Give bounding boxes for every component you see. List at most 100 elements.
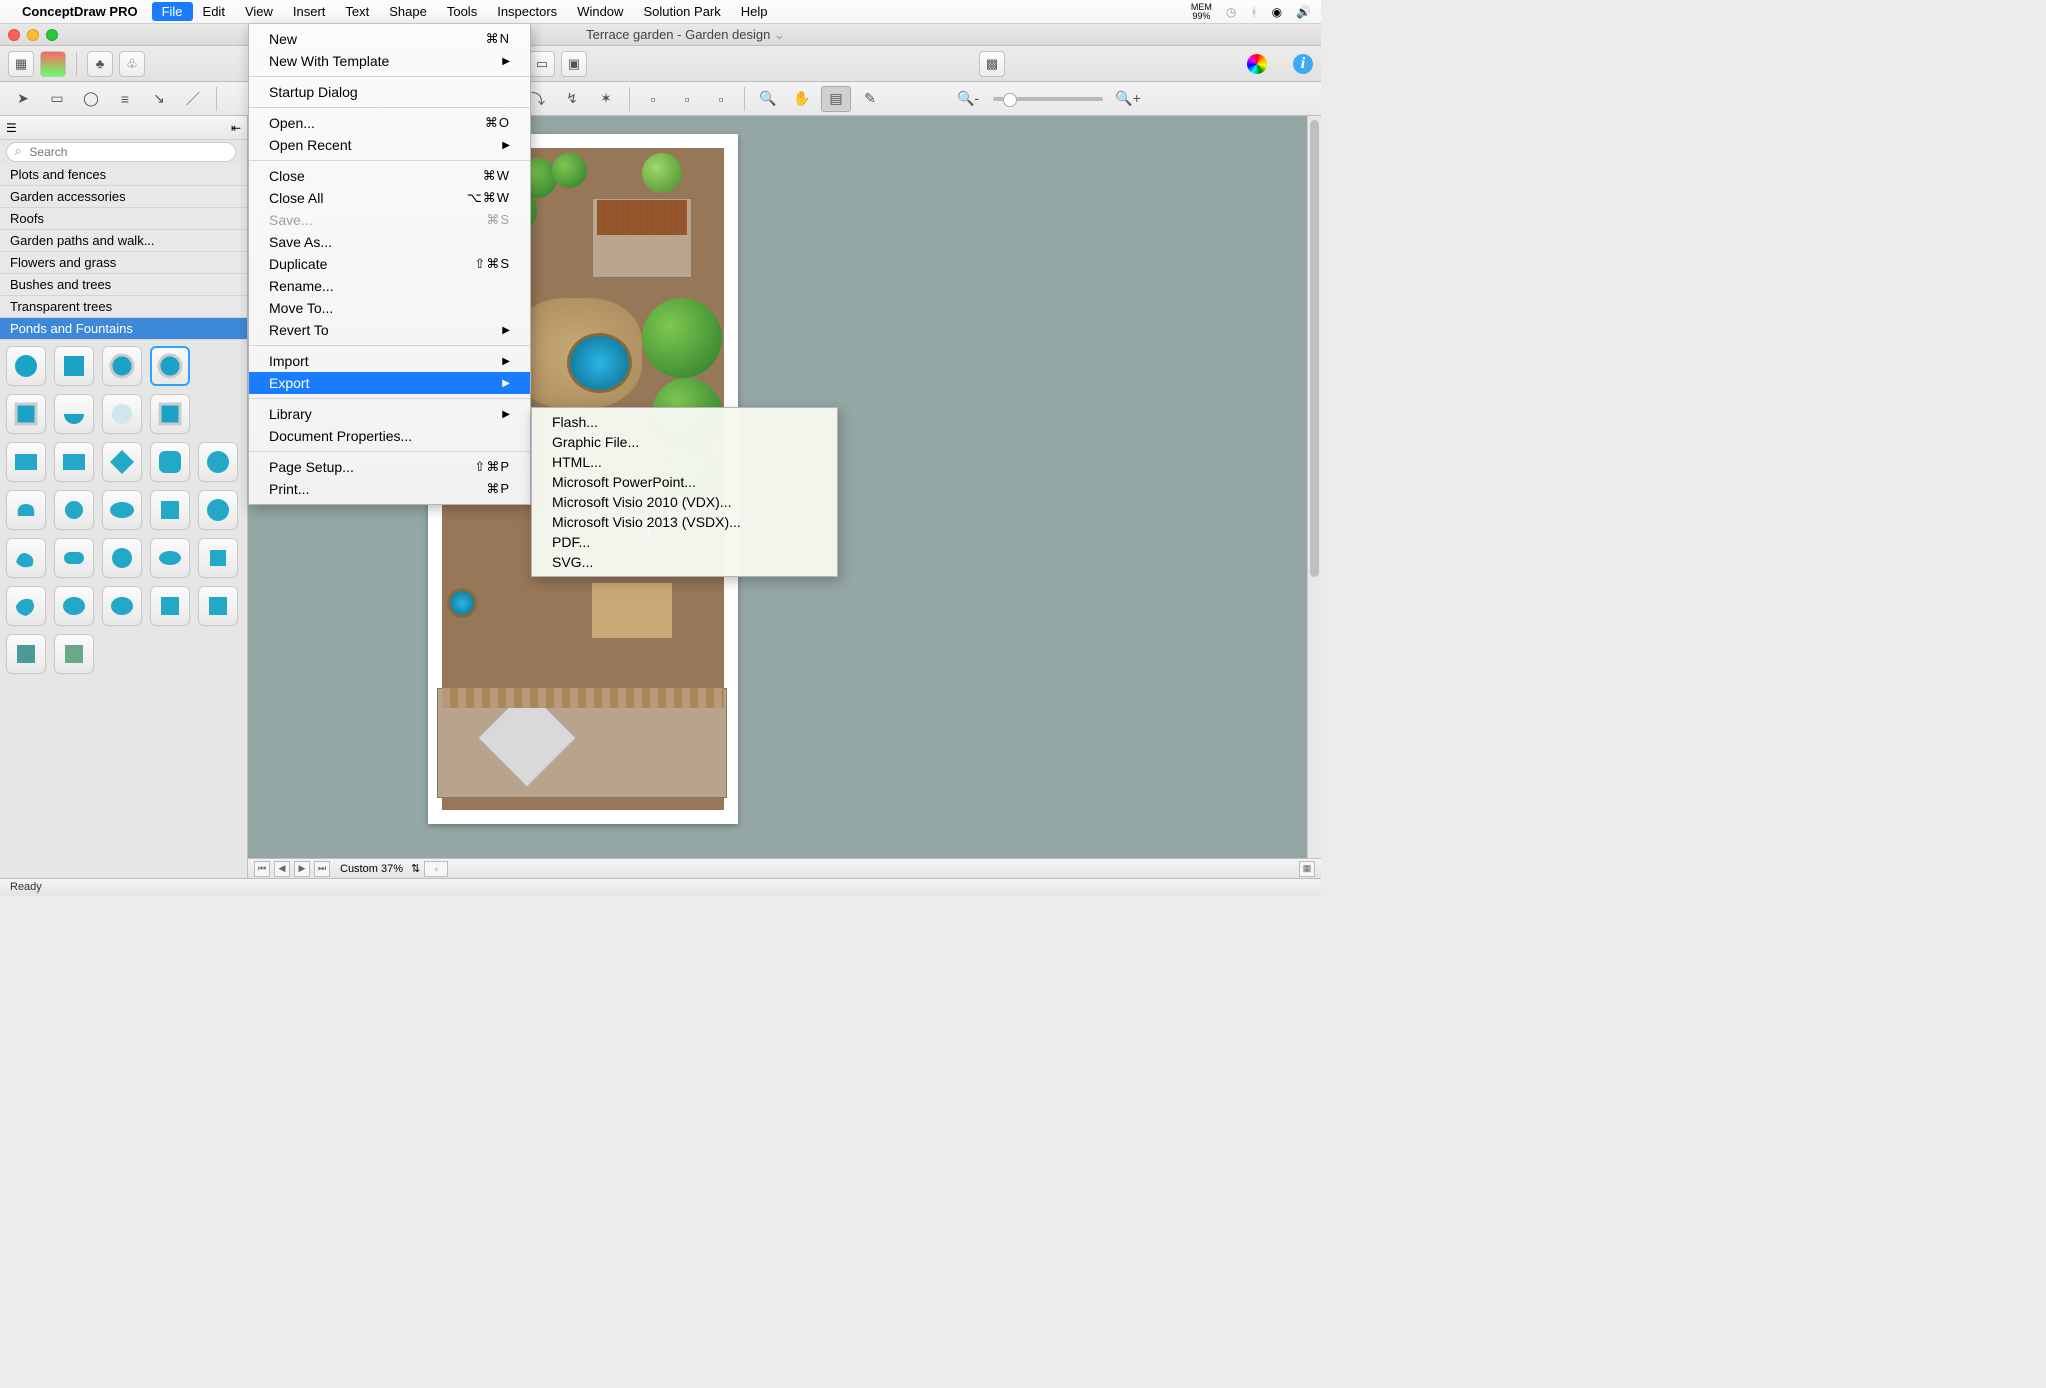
library-flowers[interactable]: Flowers and grass <box>0 252 247 274</box>
arrange-back-icon[interactable]: ▭ <box>529 51 555 77</box>
grid-tool-icon[interactable]: ▦ <box>8 51 34 77</box>
menu-item-close[interactable]: Close⌘W <box>249 165 530 187</box>
outline-icon[interactable]: ☰ <box>6 121 17 135</box>
pond-shape[interactable] <box>54 586 94 626</box>
page-grid-button[interactable]: ▦ <box>1299 861 1315 877</box>
menu-item-open-recent[interactable]: Open Recent▶ <box>249 134 530 156</box>
pond-shape[interactable] <box>150 490 190 530</box>
tree-tool-icon[interactable]: ♣ <box>87 51 113 77</box>
pond-shape[interactable] <box>6 538 46 578</box>
menu-item-new-with-template[interactable]: New With Template▶ <box>249 50 530 72</box>
menu-item-rename-[interactable]: Rename... <box>249 275 530 297</box>
menu-help[interactable]: Help <box>731 2 778 21</box>
zoom-window-button[interactable] <box>46 29 58 41</box>
pond-shape[interactable] <box>102 490 142 530</box>
menu-view[interactable]: View <box>235 2 283 21</box>
menu-edit[interactable]: Edit <box>193 2 235 21</box>
menu-item-close-all[interactable]: Close All⌥⌘W <box>249 187 530 209</box>
menu-item-page-setup-[interactable]: Page Setup...⇧⌘P <box>249 456 530 478</box>
menu-window[interactable]: Window <box>567 2 633 21</box>
zoom-tool-icon[interactable]: 🔍 <box>753 86 783 112</box>
library-roofs[interactable]: Roofs <box>0 208 247 230</box>
line-tool-icon[interactable]: ／ <box>178 86 208 112</box>
pond-shape[interactable] <box>150 346 190 386</box>
menu-file[interactable]: File <box>152 2 193 21</box>
pond-shape[interactable] <box>198 586 238 626</box>
menu-item-export[interactable]: Export▶ <box>249 372 530 394</box>
pond-shape[interactable] <box>54 394 94 434</box>
collapse-icon[interactable]: ⇤ <box>231 121 241 135</box>
hand-tool-icon[interactable]: ✋ <box>787 86 817 112</box>
page-tab[interactable]: ▫ <box>424 861 448 877</box>
page-first-button[interactable]: ⏮ <box>254 861 270 877</box>
clock-icon[interactable]: ◷ <box>1226 5 1236 19</box>
library-ponds[interactable]: Ponds and Fountains <box>0 318 247 340</box>
library-bushes[interactable]: Bushes and trees <box>0 274 247 296</box>
pointer-tool-icon[interactable]: ➤ <box>8 86 38 112</box>
close-window-button[interactable] <box>8 29 20 41</box>
volume-icon[interactable]: 🔊 <box>1296 5 1311 19</box>
vertical-scrollbar[interactable] <box>1307 116 1321 878</box>
pond-shape[interactable] <box>54 490 94 530</box>
zoom-label[interactable]: Custom 37% <box>340 863 403 875</box>
pond-shape[interactable] <box>54 538 94 578</box>
menu-item-library[interactable]: Library▶ <box>249 403 530 425</box>
edit3-icon[interactable]: ▫ <box>706 86 736 112</box>
pond-shape[interactable] <box>198 442 238 482</box>
export-item-microsoft-visio-vdx-[interactable]: Microsoft Visio 2010 (VDX)... <box>532 492 837 512</box>
eyedropper-tool-icon[interactable]: ✎ <box>855 86 885 112</box>
pond-shape[interactable] <box>54 346 94 386</box>
pond-shape[interactable] <box>54 634 94 674</box>
menu-item-import[interactable]: Import▶ <box>249 350 530 372</box>
wifi-icon[interactable]: ◉ <box>1272 5 1282 19</box>
export-item-pdf-[interactable]: PDF... <box>532 532 837 552</box>
library-plots[interactable]: Plots and fences <box>0 164 247 186</box>
pond-shape[interactable] <box>6 346 46 386</box>
pond-shape[interactable] <box>6 490 46 530</box>
pond-shape[interactable] <box>54 442 94 482</box>
color-picker-icon[interactable] <box>1247 54 1267 74</box>
minimize-window-button[interactable] <box>27 29 39 41</box>
pond-shape[interactable] <box>198 538 238 578</box>
menu-shape[interactable]: Shape <box>379 2 437 21</box>
menu-item-new[interactable]: New⌘N <box>249 28 530 50</box>
export-item-svg-[interactable]: SVG... <box>532 552 837 572</box>
tree-tool2-icon[interactable]: ♧ <box>119 51 145 77</box>
rect-tool-icon[interactable]: ▭ <box>42 86 72 112</box>
menu-item-revert-to[interactable]: Revert To▶ <box>249 319 530 341</box>
export-item-graphic-file-[interactable]: Graphic File... <box>532 432 837 452</box>
menu-item-save-as-[interactable]: Save As... <box>249 231 530 253</box>
conn4-icon[interactable]: ✶ <box>591 86 621 112</box>
arrange-group-icon[interactable]: ▣ <box>561 51 587 77</box>
menu-solution-park[interactable]: Solution Park <box>633 2 730 21</box>
pond-shape[interactable] <box>6 586 46 626</box>
export-item-html-[interactable]: HTML... <box>532 452 837 472</box>
pond-shape[interactable] <box>102 538 142 578</box>
pond-shape[interactable] <box>6 442 46 482</box>
menu-item-startup-dialog[interactable]: Startup Dialog <box>249 81 530 103</box>
export-item-microsoft-visio-vsdx-[interactable]: Microsoft Visio 2013 (VSDX)... <box>532 512 837 532</box>
zoom-stepper-icon[interactable]: ⇅ <box>411 862 420 875</box>
pond-shape[interactable] <box>6 394 46 434</box>
pond-shape[interactable] <box>150 586 190 626</box>
info-icon[interactable]: i <box>1293 54 1313 74</box>
search-input[interactable] <box>6 142 236 162</box>
menu-item-open-[interactable]: Open...⌘O <box>249 112 530 134</box>
library-accessories[interactable]: Garden accessories <box>0 186 247 208</box>
pond-shape[interactable] <box>102 586 142 626</box>
zoom-slider[interactable] <box>993 97 1103 101</box>
fountain-shape[interactable] <box>102 394 142 434</box>
pond-shape[interactable] <box>198 490 238 530</box>
connector-tool-icon[interactable]: ↘ <box>144 86 174 112</box>
menu-item-save-[interactable]: Save...⌘S <box>249 209 530 231</box>
zoom-in-icon[interactable]: 🔍+ <box>1113 86 1143 112</box>
menu-item-duplicate[interactable]: Duplicate⇧⌘S <box>249 253 530 275</box>
menu-inspectors[interactable]: Inspectors <box>487 2 567 21</box>
stamp-tool-icon[interactable]: ▤ <box>821 86 851 112</box>
menu-tools[interactable]: Tools <box>437 2 487 21</box>
pond-shape[interactable] <box>102 442 142 482</box>
menu-item-document-properties-[interactable]: Document Properties... <box>249 425 530 447</box>
ellipse-tool-icon[interactable]: ◯ <box>76 86 106 112</box>
menu-insert[interactable]: Insert <box>283 2 336 21</box>
pond-shape[interactable] <box>150 394 190 434</box>
